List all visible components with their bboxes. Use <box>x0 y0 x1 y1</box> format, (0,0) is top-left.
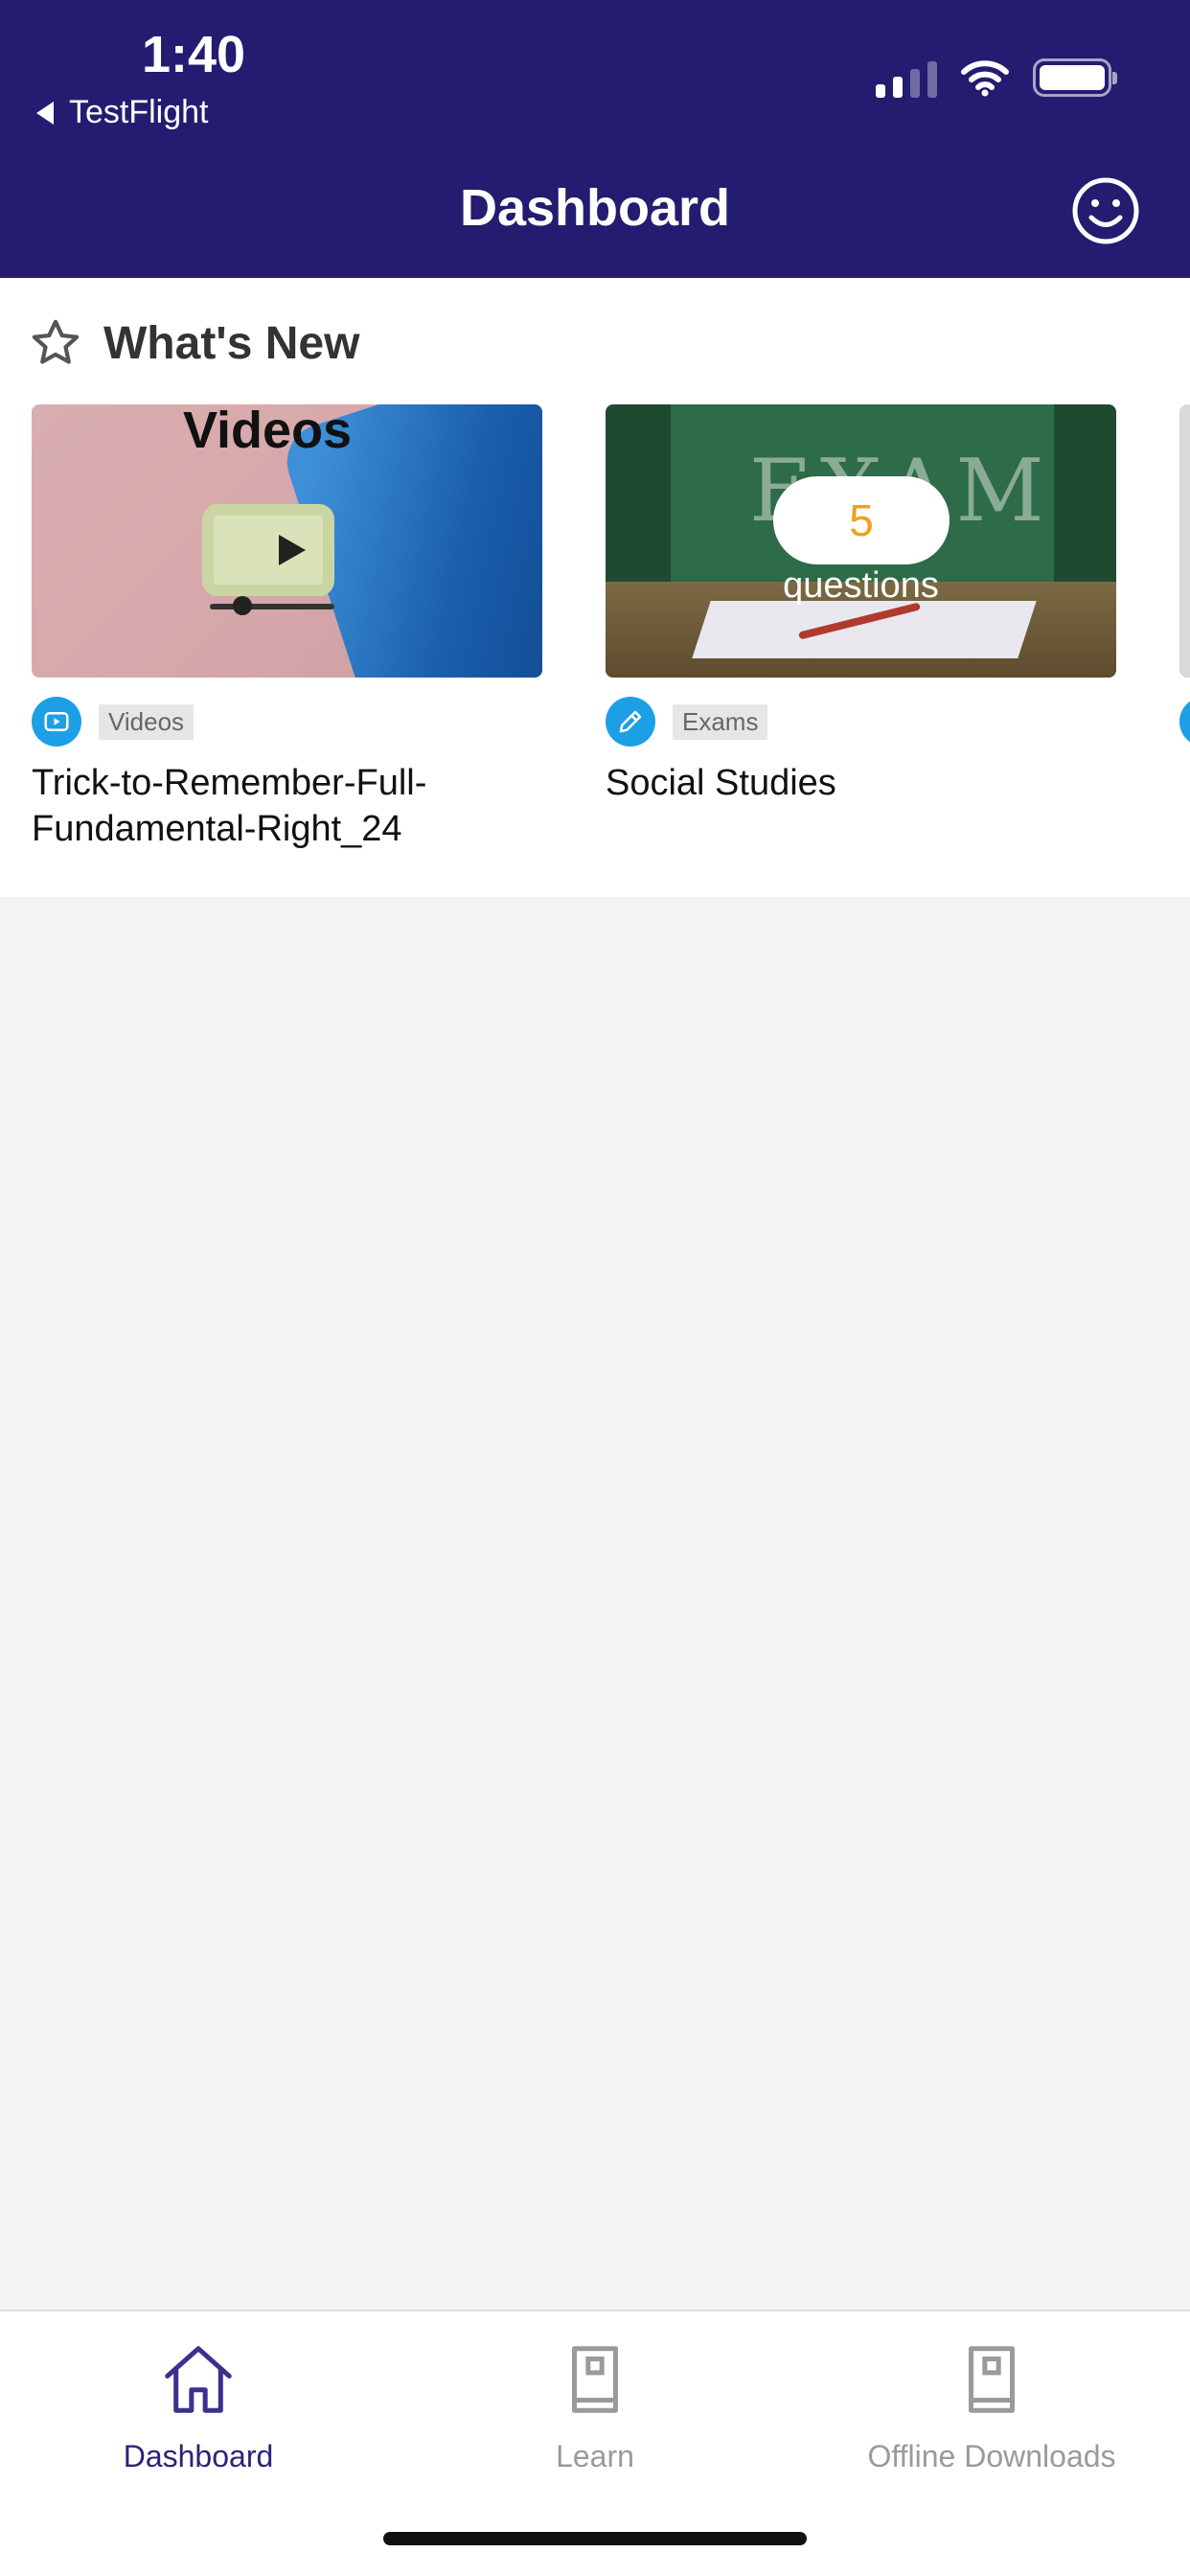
star-icon <box>32 319 80 364</box>
tab-label: Dashboard <box>123 2439 274 2473</box>
status-time: 1:40 <box>142 26 246 83</box>
video-player-illustration <box>202 504 334 596</box>
video-icon <box>32 697 81 747</box>
content-card-peek[interactable] <box>1179 404 1190 852</box>
app-header: 1:40 TestFlight Dashboard <box>0 0 1190 278</box>
content-type-tag: Exams <box>673 703 768 740</box>
content-card-exam[interactable]: EXAM 5 questions Exams Social Studies <box>606 404 1116 852</box>
content-card-video[interactable]: Videos Videos Trick-to-Remember-Full-Fun… <box>32 404 542 852</box>
book-icon <box>968 2346 1016 2413</box>
back-to-testflight[interactable]: TestFlight <box>36 94 209 131</box>
back-arrow-icon <box>36 101 54 125</box>
whats-new-section: What's New Videos Videos Trick-to-Rememb… <box>0 278 1190 897</box>
home-icon <box>165 2346 232 2413</box>
status-icons <box>876 58 1117 98</box>
card-title[interactable]: Trick-to-Remember-Full-Fundamental-Right… <box>32 760 542 852</box>
whats-new-carousel[interactable]: Videos Videos Trick-to-Remember-Full-Fun… <box>32 404 1190 852</box>
card-meta: Videos <box>32 697 542 747</box>
cellular-signal-icon <box>876 58 937 98</box>
profile-smiley-icon[interactable] <box>1071 176 1140 245</box>
home-indicator[interactable] <box>383 2532 807 2545</box>
card-meta: Exams <box>606 697 1116 747</box>
card-thumbnail[interactable] <box>1179 404 1190 678</box>
tab-label: Offline Downloads <box>867 2439 1116 2473</box>
question-label: questions <box>783 565 939 606</box>
thumbnail-caption: Videos <box>183 404 353 459</box>
whats-new-header: What's New <box>29 316 359 370</box>
card-title[interactable]: Social Studies <box>606 760 1116 806</box>
back-label: TestFlight <box>69 94 209 130</box>
tab-dashboard[interactable]: Dashboard <box>0 2338 397 2474</box>
content-type-tag: Videos <box>99 703 195 740</box>
question-count: 5 <box>773 476 950 564</box>
card-thumbnail[interactable]: Videos <box>32 404 542 678</box>
book-icon <box>571 2346 619 2413</box>
battery-icon <box>1033 58 1117 97</box>
card-meta <box>1179 697 1190 747</box>
content-type-icon <box>1179 697 1190 747</box>
wifi-icon <box>961 60 1009 97</box>
page-title: Dashboard <box>459 179 731 237</box>
play-icon <box>279 535 306 565</box>
tab-label: Learn <box>556 2439 634 2473</box>
tab-offline-downloads[interactable]: Offline Downloads <box>793 2338 1190 2474</box>
tab-learn[interactable]: Learn <box>397 2338 793 2474</box>
pencil-icon <box>606 697 655 747</box>
whats-new-title: What's New <box>103 317 360 369</box>
card-thumbnail[interactable]: EXAM 5 questions <box>606 404 1116 678</box>
